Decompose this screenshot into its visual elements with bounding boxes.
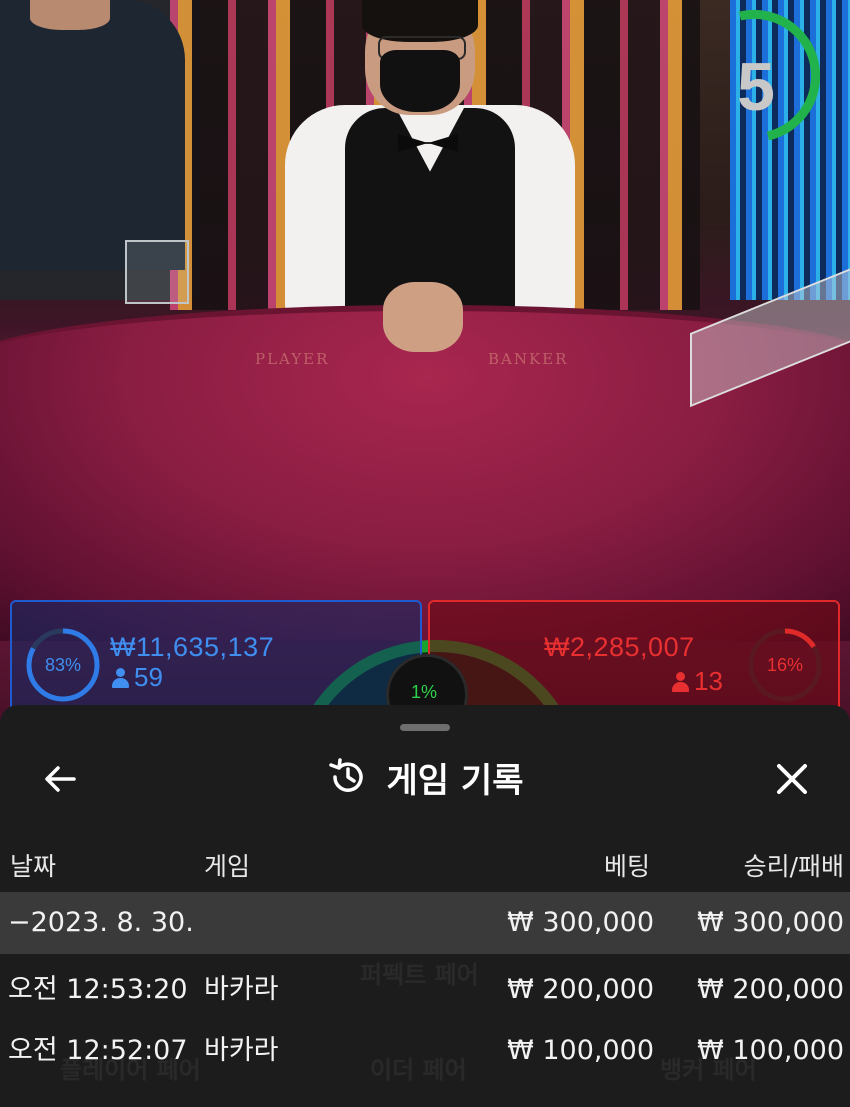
row-bet: ₩ 200,000 <box>507 974 654 1005</box>
felt-banker-label: BANKER <box>488 350 569 368</box>
history-row[interactable]: 오전 12:52:07 바카라 ₩ 100,000 ₩ 100,000 <box>0 1020 850 1082</box>
column-header-date: 날짜 <box>10 852 57 881</box>
person-icon <box>672 671 689 692</box>
history-row[interactable]: 오전 12:53:20 바카라 ₩ 200,000 ₩ 200,000 <box>0 959 850 1021</box>
row-bet: ₩ 300,000 <box>507 907 654 938</box>
player-bettor-count-value: 59 <box>134 662 163 692</box>
felt-player-label: PLAYER <box>255 350 330 368</box>
player-percent: 83% <box>44 655 82 675</box>
banker-bettor-count-value: 13 <box>694 666 723 696</box>
card-discard-box <box>125 240 189 304</box>
sheet-header: 게임 기록 <box>0 751 850 803</box>
player-bet-amount: ₩11,635,137 <box>110 632 275 662</box>
banker-percent: 16% <box>766 655 804 675</box>
row-date: −2023. 8. 30. <box>8 907 194 938</box>
close-icon <box>777 764 807 794</box>
column-header-bet: 베팅 <box>603 852 650 881</box>
assistant-dealer <box>0 0 185 270</box>
row-time: 오전 12:53:20 <box>8 974 188 1005</box>
row-bet: ₩ 100,000 <box>507 1035 654 1066</box>
row-result: ₩ 300,000 <box>697 907 844 938</box>
sheet-title: 게임 기록 <box>386 760 524 801</box>
banker-bettor-count: 13 <box>672 666 723 697</box>
dealer-hands <box>383 282 463 352</box>
countdown-value: 5 <box>737 49 775 125</box>
countdown-timer: 5 <box>720 10 820 140</box>
game-history-sheet: 플레이어 무 8:1 퍼펙트 페어 플레이어 페어 이더 페어 뱅커 페어 게임… <box>0 705 850 1107</box>
person-icon <box>112 667 129 688</box>
banker-bet-amount: ₩2,285,007 <box>544 632 695 662</box>
player-percent-ring: 83% <box>24 626 102 704</box>
drag-handle[interactable] <box>400 724 450 731</box>
banker-percent-ring: 16% <box>746 626 824 704</box>
row-result: ₩ 200,000 <box>697 974 844 1005</box>
row-time: 오전 12:52:07 <box>8 1035 188 1066</box>
row-result: ₩ 100,000 <box>697 1035 844 1066</box>
close-button[interactable] <box>768 755 816 803</box>
player-bettor-count: 59 <box>112 662 163 693</box>
dealer-mask <box>380 50 460 112</box>
history-icon <box>328 758 363 792</box>
assistant-dealer-head <box>30 0 110 30</box>
row-game: 바카라 <box>204 974 279 1005</box>
row-game: 바카라 <box>204 1035 279 1066</box>
column-header-game: 게임 <box>204 852 251 881</box>
history-date-row[interactable]: −2023. 8. 30. ₩ 300,000 ₩ 300,000 <box>0 892 850 954</box>
column-header-result: 승리/패배 <box>743 852 844 881</box>
